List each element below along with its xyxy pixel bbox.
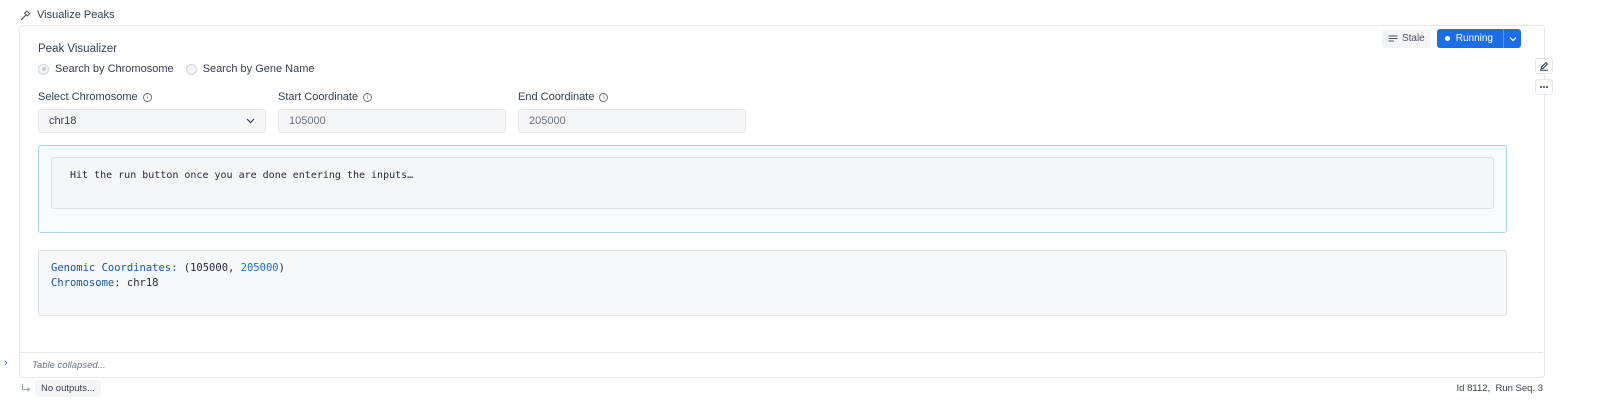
- table-collapsed-label: Table collapsed...: [32, 359, 106, 371]
- radio-search-by-gene-name[interactable]: Search by Gene Name: [185, 63, 315, 75]
- start-coordinate-label: Start Coordinate i: [278, 91, 373, 103]
- output-key: Genomic Coordinates:: [51, 262, 178, 274]
- table-collapsed-bar[interactable]: Table collapsed...: [20, 352, 1543, 377]
- run-menu-button[interactable]: [1503, 29, 1521, 48]
- side-tools: [1535, 58, 1553, 95]
- output-number: 205000: [240, 262, 279, 274]
- message-panel: Hit the run button once you are done ent…: [38, 145, 1507, 233]
- cell-header: Visualize Peaks: [20, 8, 114, 22]
- output-box: Genomic Coordinates: (105000, 205000) Ch…: [38, 250, 1507, 316]
- chevron-down-icon: [1509, 36, 1516, 41]
- field-label-text: Select Chromosome: [38, 91, 138, 103]
- cell-actions: Stale Running: [1381, 29, 1521, 48]
- edit-button[interactable]: [1535, 58, 1553, 74]
- chevron-down-icon: [246, 118, 255, 124]
- run-group: Running: [1436, 29, 1521, 48]
- radio-label: Search by Chromosome: [55, 63, 174, 75]
- radio-search-by-chromosome[interactable]: Search by Chromosome: [38, 63, 174, 75]
- no-outputs-button[interactable]: No outputs...: [35, 380, 101, 397]
- stale-button[interactable]: Stale: [1381, 29, 1431, 48]
- hammer-icon: [20, 9, 31, 20]
- output-key: Chromosome:: [51, 277, 121, 289]
- radio-label: Search by Gene Name: [202, 63, 315, 75]
- output-line-chromosome: Chromosome: chr18: [51, 276, 1494, 291]
- end-coordinate-label: End Coordinate i: [518, 91, 609, 103]
- chevron-right-icon[interactable]: ›: [4, 357, 8, 369]
- start-coordinate-value: 105000: [289, 115, 326, 127]
- stale-label: Stale: [1401, 33, 1425, 44]
- field-label-text: Start Coordinate: [278, 91, 359, 103]
- output-value: chr18: [120, 277, 159, 289]
- field-label-text: End Coordinate: [518, 91, 595, 103]
- info-icon[interactable]: i: [142, 92, 152, 102]
- chromosome-select[interactable]: chr18: [38, 109, 266, 133]
- cell-id-info: Id 8112, Run Seq. 3: [1456, 383, 1543, 394]
- run-button[interactable]: Running: [1436, 29, 1503, 48]
- message-box: Hit the run button once you are done ent…: [51, 157, 1494, 209]
- arrow-return-icon: [22, 384, 31, 392]
- no-outputs-label: No outputs...: [41, 383, 95, 394]
- run-label: Running: [1455, 33, 1493, 44]
- output-line-coordinates: Genomic Coordinates: (105000, 205000): [51, 261, 1494, 276]
- radio-selected-indicator: [38, 63, 49, 75]
- cell-title: Visualize Peaks: [37, 9, 115, 21]
- pencil-icon: [1540, 61, 1549, 71]
- search-mode-radio-group: Search by Chromosome Search by Gene Name: [38, 63, 327, 75]
- sliders-icon: [1388, 35, 1398, 42]
- dot-icon: [1444, 36, 1450, 41]
- info-icon[interactable]: i: [599, 92, 609, 102]
- info-icon[interactable]: i: [363, 92, 373, 102]
- chromosome-select-value: chr18: [49, 115, 77, 127]
- widget-title: Peak Visualizer: [38, 43, 118, 55]
- chromosome-label: Select Chromosome i: [38, 91, 152, 103]
- more-button[interactable]: [1535, 79, 1553, 95]
- start-coordinate-input[interactable]: 105000: [278, 109, 506, 133]
- output-value: ): [278, 262, 285, 274]
- end-coordinate-input[interactable]: 205000: [518, 109, 746, 133]
- end-coordinate-value: 205000: [529, 115, 566, 127]
- radio-unselected-indicator: [185, 63, 197, 75]
- output-value: (105000,: [177, 262, 241, 274]
- ellipsis-icon: [1540, 86, 1548, 88]
